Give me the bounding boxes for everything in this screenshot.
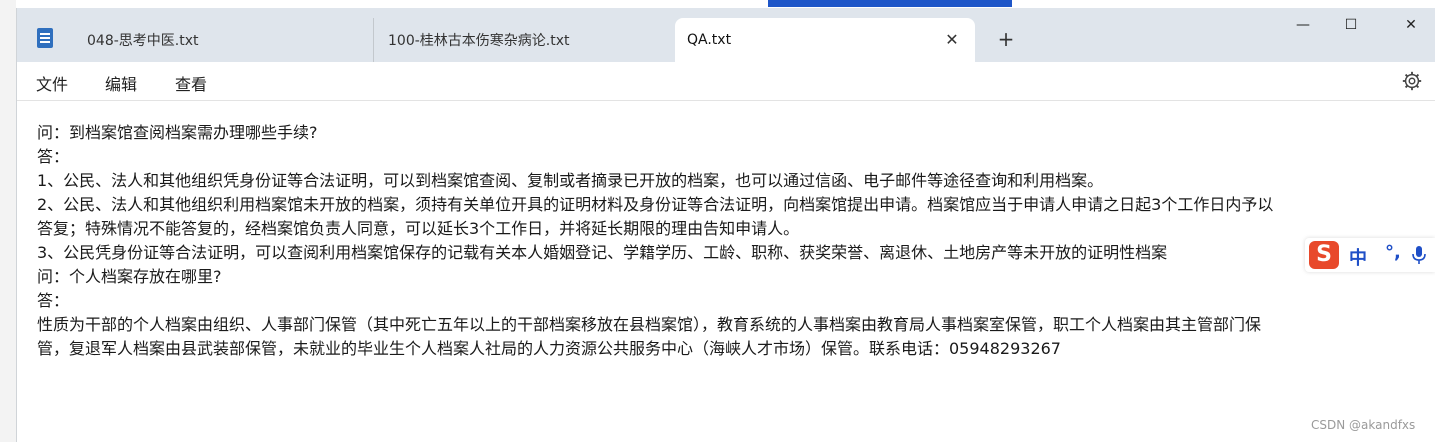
text-line: 答： xyxy=(37,147,70,166)
menu-file[interactable]: 文件 xyxy=(36,71,68,95)
ime-toolbar[interactable]: S 中 °, xyxy=(1305,238,1435,272)
text-line: 3、公民凭身份证等合法证明，可以查阅利用档案馆保存的记载有关本人婚姻登记、学籍学… xyxy=(37,243,1168,262)
notepad-icon xyxy=(37,28,53,48)
text-line: 1、公民、法人和其他组织凭身份证等合法证明，可以到档案馆查阅、复制或者摘录已开放… xyxy=(37,171,1104,190)
tab-100[interactable]: 100-桂林古本伤寒杂病论.txt xyxy=(373,18,673,62)
text-line: 问：个人档案存放在哪里? xyxy=(37,267,222,286)
tab-label: QA.txt xyxy=(687,32,732,48)
text-line: 问：到档案馆查阅档案需办理哪些手续? xyxy=(37,123,318,142)
ime-punctuation-indicator[interactable]: °, xyxy=(1385,242,1401,263)
ime-mode-indicator[interactable]: 中 xyxy=(1349,244,1367,270)
desktop-banner xyxy=(768,0,1012,7)
tab-label: 100-桂林古本伤寒杂病论.txt xyxy=(388,33,570,49)
tab-048[interactable]: 048-思考中医.txt xyxy=(73,18,371,62)
tab-qa-active[interactable]: QA.txt ✕ xyxy=(675,18,975,62)
title-bar: 048-思考中医.txt 100-桂林古本伤寒杂病论.txt QA.txt ✕ … xyxy=(17,8,1435,62)
close-tab-icon[interactable]: ✕ xyxy=(943,31,961,49)
new-tab-plus-icon[interactable]: + xyxy=(995,28,1017,50)
text-line: 2、公民、法人和其他组织利用档案馆未开放的档案，须持有关单位开具的证明材料及身份… xyxy=(37,195,1274,214)
sogou-logo-icon[interactable]: S xyxy=(1309,241,1339,269)
settings-gear-icon[interactable] xyxy=(1401,70,1423,92)
watermark: CSDN @akandfxs xyxy=(1311,418,1416,432)
microphone-icon[interactable] xyxy=(1411,245,1427,265)
tab-label: 048-思考中医.txt xyxy=(87,33,199,49)
text-line: 管，复退军人档案由县武装部保管，未就业的毕业生个人档案人社局的人力资源公共服务中… xyxy=(37,339,1061,358)
minimize-button[interactable]: — xyxy=(1280,12,1326,38)
desktop-left-strip xyxy=(0,0,16,442)
desktop-top-strip xyxy=(0,0,1435,8)
menu-edit[interactable]: 编辑 xyxy=(105,71,137,95)
menu-view[interactable]: 查看 xyxy=(175,71,207,95)
text-line: 性质为干部的个人档案由组织、人事部门保管（其中死亡五年以上的干部档案移放在县档案… xyxy=(37,315,1262,334)
close-window-button[interactable]: ✕ xyxy=(1388,12,1434,38)
notepad-window: 048-思考中医.txt 100-桂林古本伤寒杂病论.txt QA.txt ✕ … xyxy=(16,8,1435,442)
menu-bar: 文件 编辑 查看 xyxy=(17,62,1435,101)
text-line: 答复；特殊情况不能答复的，经档案馆负责人同意，可以延长3个工作日，并将延长期限的… xyxy=(37,219,800,238)
text-editor-area[interactable]: 问：到档案馆查阅档案需办理哪些手续? 答： 1、公民、法人和其他组织凭身份证等合… xyxy=(17,101,1435,442)
text-line: 答： xyxy=(37,291,70,310)
maximize-button[interactable]: ☐ xyxy=(1328,12,1374,38)
